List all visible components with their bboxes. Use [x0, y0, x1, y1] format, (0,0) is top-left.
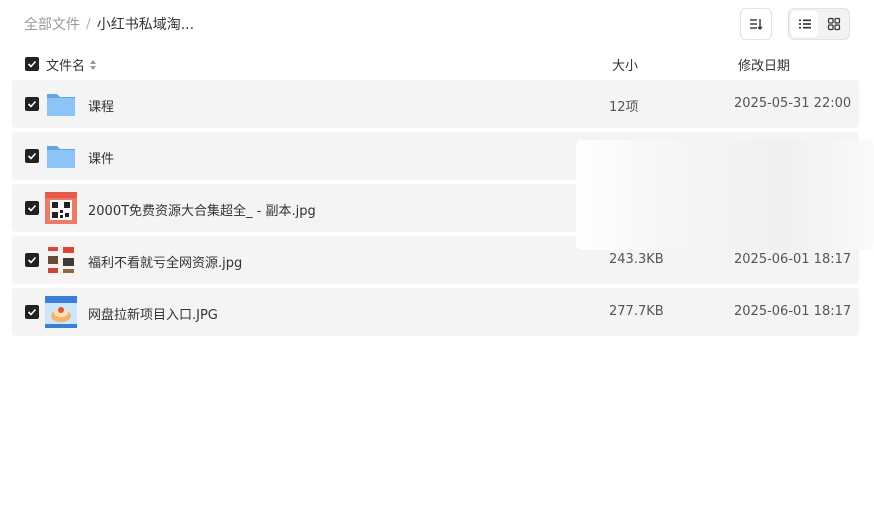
file-date: 2025-06-01 18:17: [734, 304, 852, 319]
list-view-icon: [798, 19, 811, 29]
list-view-button[interactable]: [791, 11, 818, 37]
file-size: 12项: [609, 100, 639, 115]
file-date: 2025-06-01 18:17: [734, 252, 852, 267]
breadcrumb-root[interactable]: 全部文件: [24, 14, 80, 34]
sort-lines-icon: [750, 19, 763, 30]
column-name-header[interactable]: 文件名: [46, 55, 97, 74]
grid-view-button[interactable]: [820, 11, 847, 37]
file-size: 243.3KB: [609, 252, 664, 267]
file-row[interactable]: 网盘拉新项目入口.JPG 277.7KB 2025-06-01 18:17: [12, 288, 859, 336]
file-name[interactable]: 福利不看就亏全网资源.jpg: [88, 252, 242, 271]
top-bar: 全部文件 / 小红书私域淘...: [0, 0, 874, 48]
poster-image-thumbnail-icon: [45, 244, 77, 276]
file-name[interactable]: 2000T免费资源大合集超全_ - 副本.jpg: [88, 200, 316, 219]
list-header: 文件名 大小 修改日期: [12, 52, 859, 76]
grid-view-icon: [827, 17, 840, 31]
file-name[interactable]: 网盘拉新项目入口.JPG: [88, 304, 218, 323]
breadcrumb: 全部文件 / 小红书私域淘...: [24, 14, 194, 34]
sort-toggle-icon: [90, 59, 97, 70]
row-checkbox[interactable]: [25, 201, 39, 215]
sort-button[interactable]: [740, 8, 772, 40]
breadcrumb-separator: /: [86, 16, 91, 32]
blurred-overlay: [576, 140, 874, 250]
promo-image-thumbnail-icon: [45, 296, 77, 328]
qr-image-thumbnail-icon: [45, 192, 77, 224]
folder-icon: [47, 94, 75, 116]
view-toggle: [788, 8, 850, 40]
row-checkbox[interactable]: [25, 149, 39, 163]
column-name-label: 文件名: [46, 59, 86, 74]
file-name[interactable]: 课程: [88, 96, 114, 115]
file-date: 2025-05-31 22:00: [734, 96, 852, 111]
row-checkbox[interactable]: [25, 305, 39, 319]
folder-icon: [47, 146, 75, 168]
file-row[interactable]: 课程 12项 2025-05-31 22:00: [12, 80, 859, 128]
column-date-header[interactable]: 修改日期: [738, 55, 790, 74]
file-name[interactable]: 课件: [88, 148, 114, 167]
column-size-header[interactable]: 大小: [612, 55, 638, 74]
file-size: 277.7KB: [609, 304, 664, 319]
select-all-checkbox[interactable]: [25, 57, 39, 71]
row-checkbox[interactable]: [25, 253, 39, 267]
row-checkbox[interactable]: [25, 97, 39, 111]
breadcrumb-current: 小红书私域淘...: [96, 17, 195, 33]
